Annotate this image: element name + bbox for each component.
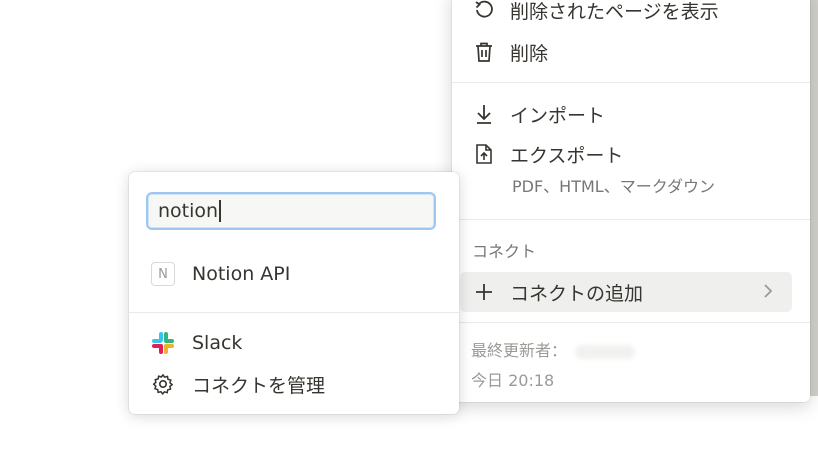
- trash-icon: [472, 40, 496, 64]
- last-edited-time: 今日 20:18: [471, 371, 555, 390]
- slack-icon: [150, 330, 176, 356]
- notion-badge: N: [151, 262, 175, 286]
- show-deleted-pages-item[interactable]: 削除されたページを表示: [452, 0, 810, 25]
- connection-search-popup: notion N Notion API Slack コネクトを管理: [129, 172, 459, 414]
- connection-search-input[interactable]: notion: [146, 192, 436, 230]
- result-notion-api[interactable]: N Notion API: [129, 259, 459, 289]
- plus-icon: [472, 280, 496, 304]
- slack-label: Slack: [192, 332, 243, 354]
- manage-connections-item[interactable]: コネクトを管理: [129, 369, 459, 399]
- manage-connections-label: コネクトを管理: [192, 374, 326, 397]
- divider: [452, 82, 810, 83]
- last-edited-label: 最終更新者：: [471, 341, 568, 360]
- delete-label: 削除: [510, 42, 549, 65]
- slack-item[interactable]: Slack: [129, 328, 459, 358]
- text-caret: [219, 200, 221, 222]
- last-edited-by: 最終更新者：: [471, 337, 636, 361]
- add-connection-item[interactable]: コネクトの追加: [460, 272, 792, 312]
- export-label: エクスポート: [510, 144, 624, 167]
- delete-item[interactable]: 削除: [452, 37, 810, 67]
- notion-api-icon: N: [150, 261, 176, 287]
- import-item[interactable]: インポート: [452, 99, 810, 129]
- divider: [452, 322, 810, 323]
- divider: [452, 219, 810, 220]
- connect-section-label: コネクト: [472, 242, 537, 261]
- result-label: Notion API: [192, 263, 291, 285]
- add-connection-label: コネクトの追加: [510, 282, 644, 305]
- import-label: インポート: [510, 104, 606, 127]
- gear-icon: [150, 371, 176, 397]
- export-formats: PDF、HTML、マークダウン: [512, 177, 716, 196]
- show-deleted-pages-label: 削除されたページを表示: [510, 0, 719, 23]
- search-value: notion: [158, 200, 219, 222]
- file-upload-icon: [472, 142, 496, 166]
- redacted-user: [575, 344, 636, 359]
- download-icon: [472, 102, 496, 126]
- restore-icon: [472, 0, 496, 22]
- page-options-menu: 削除されたページを表示 削除 インポート エクスポート PDF、HTML、マーク…: [452, 0, 810, 402]
- chevron-right-icon: [762, 282, 774, 305]
- export-item[interactable]: エクスポート: [452, 139, 810, 169]
- divider: [129, 312, 459, 313]
